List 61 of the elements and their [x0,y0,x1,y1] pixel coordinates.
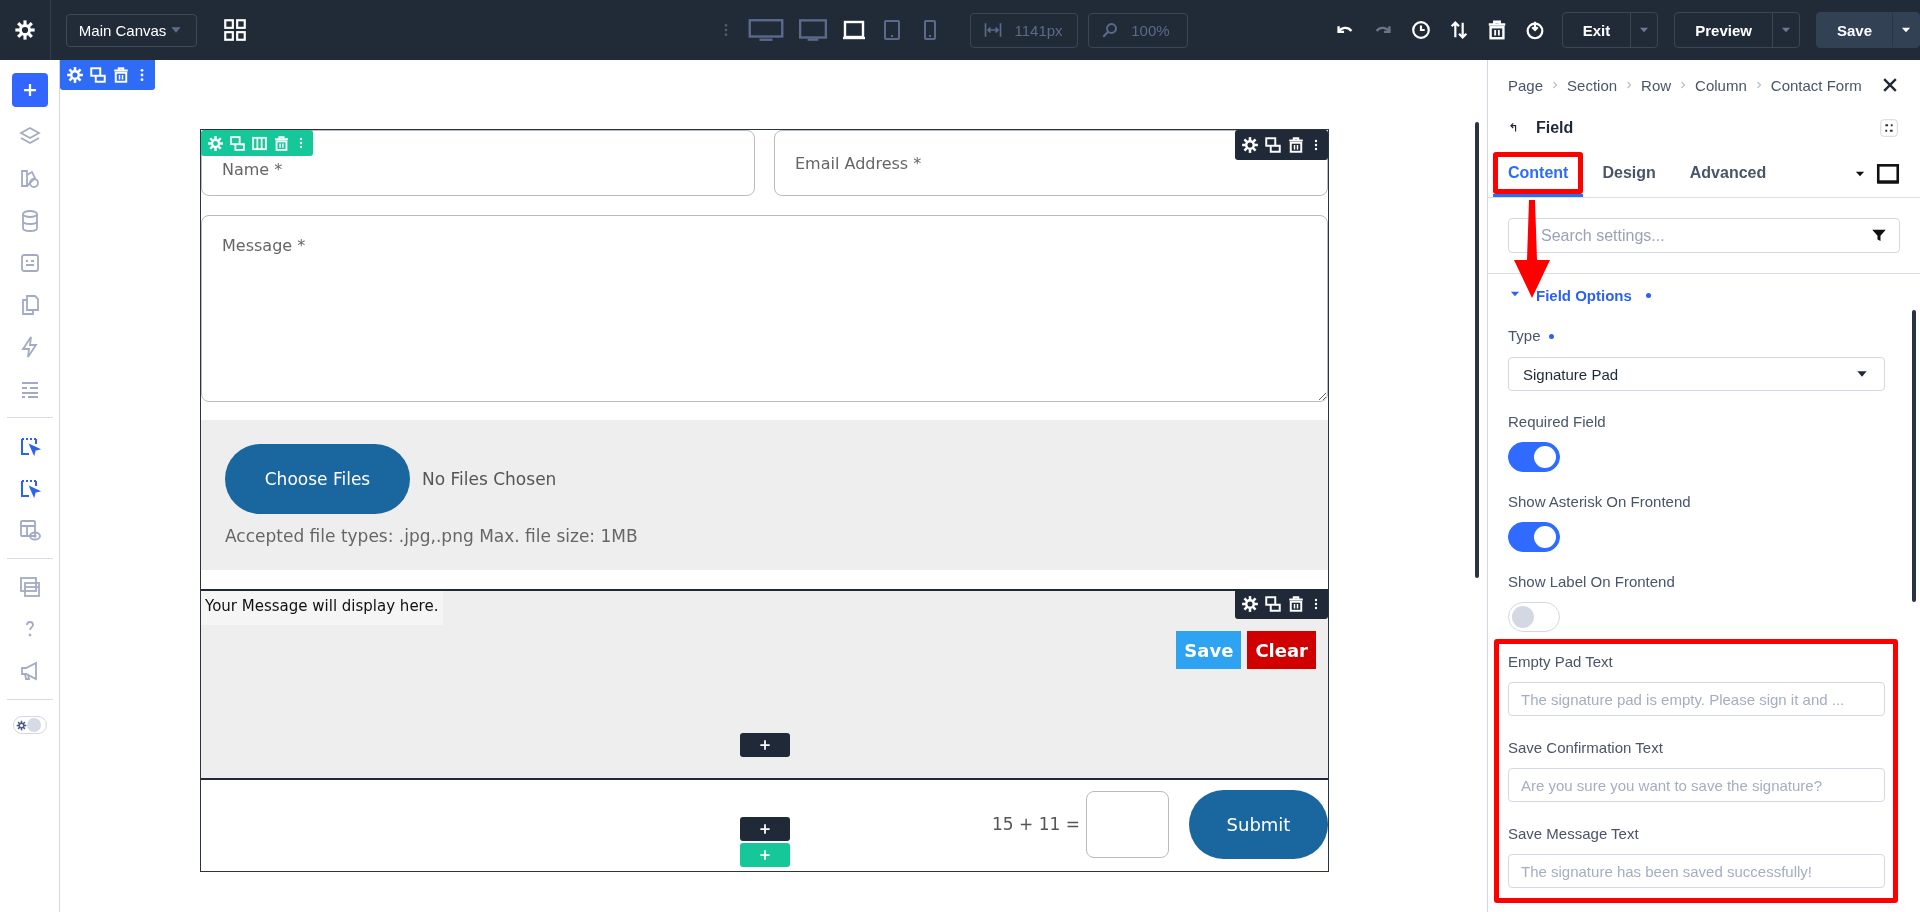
toggle-switch[interactable] [1508,442,1560,472]
file-note: Accepted file types: .jpg,.png Max. file size: 1MB [225,526,639,546]
captcha-field[interactable] [1086,790,1169,858]
gear-icon [15,719,27,731]
gear-icon[interactable] [1241,136,1259,154]
add-button[interactable] [11,73,48,107]
choose-files-button[interactable]: Choose Files [225,444,410,514]
panel-title: Field [1536,119,1574,137]
clock-icon[interactable] [1409,19,1432,41]
tab[interactable]: Design [1592,157,1666,189]
duplicate-icon[interactable] [1264,595,1282,613]
options-icon[interactable] [1878,117,1900,139]
add-module-button[interactable] [739,733,790,757]
tab[interactable]: Content [1498,157,1579,189]
text-field[interactable]: The signature pad is empty. Please sign it and ... [1508,682,1885,716]
plus-icon [757,822,772,836]
wide-monitor-icon[interactable] [747,17,784,43]
plus-icon [757,738,772,752]
breadcrumb-link[interactable]: Row [1641,76,1672,94]
text-field[interactable]: The signature has been saved successfully! [1508,854,1885,888]
theme-toggle[interactable] [12,716,47,734]
breadcrumb-link[interactable]: Section [1567,76,1618,94]
breadcrumb-link[interactable]: Column [1695,76,1747,94]
captcha-question: 15 + 11 = [992,814,1080,834]
setting-label: Type [1508,326,1541,346]
file-status: No Files Chosen [422,469,557,489]
search-icon [1101,21,1120,39]
add-module-button[interactable] [739,817,790,841]
setting-label: Show Label On Frontend [1508,572,1676,592]
monitor-icon[interactable] [797,17,828,43]
trash-icon[interactable] [1287,595,1305,613]
plus-icon [757,848,772,862]
message-field[interactable]: Message * [201,215,1328,402]
setting-label: Show Asterisk On Frontend [1508,492,1692,512]
email-field[interactable]: Email Address * [774,130,1328,196]
trash-icon[interactable] [1287,136,1305,154]
duplicate-icon[interactable] [1264,136,1282,154]
width-icon [982,20,1003,40]
scrollbar[interactable] [1912,310,1916,602]
square-icon[interactable] [1875,161,1901,187]
scrollbar[interactable] [1475,122,1479,578]
gear-icon[interactable] [13,19,36,41]
gear-icon[interactable] [1241,595,1259,613]
setting-label: Empty Pad Text [1508,652,1614,672]
breadcrumb-link[interactable]: Contact Form [1770,76,1862,94]
submit-button[interactable]: Submit [1189,789,1328,859]
text-field[interactable]: Are you sure you want to save the signature? [1508,768,1885,802]
section-title[interactable]: Field Options [1536,286,1632,304]
setting-label: Save Message Text [1508,824,1640,844]
grid-icon[interactable] [221,17,248,43]
setting-label: Required Field [1508,412,1607,432]
tab[interactable]: Advanced [1679,157,1777,189]
toggle-switch[interactable] [1508,522,1560,552]
breadcrumb-link[interactable]: Page [1508,76,1544,94]
search-field[interactable]: Search settings... [1508,218,1900,253]
signature-pad[interactable]: Your Message will display here. Save Clear [201,589,1328,780]
canvas-select[interactable]: Main Canvas [65,13,197,47]
setting-label: Save Confirmation Text [1508,738,1664,758]
clear-button[interactable]: Clear [1247,631,1316,669]
type-select[interactable]: Signature Pad [1508,357,1885,391]
signature-message: Your Message will display here. [201,591,444,625]
